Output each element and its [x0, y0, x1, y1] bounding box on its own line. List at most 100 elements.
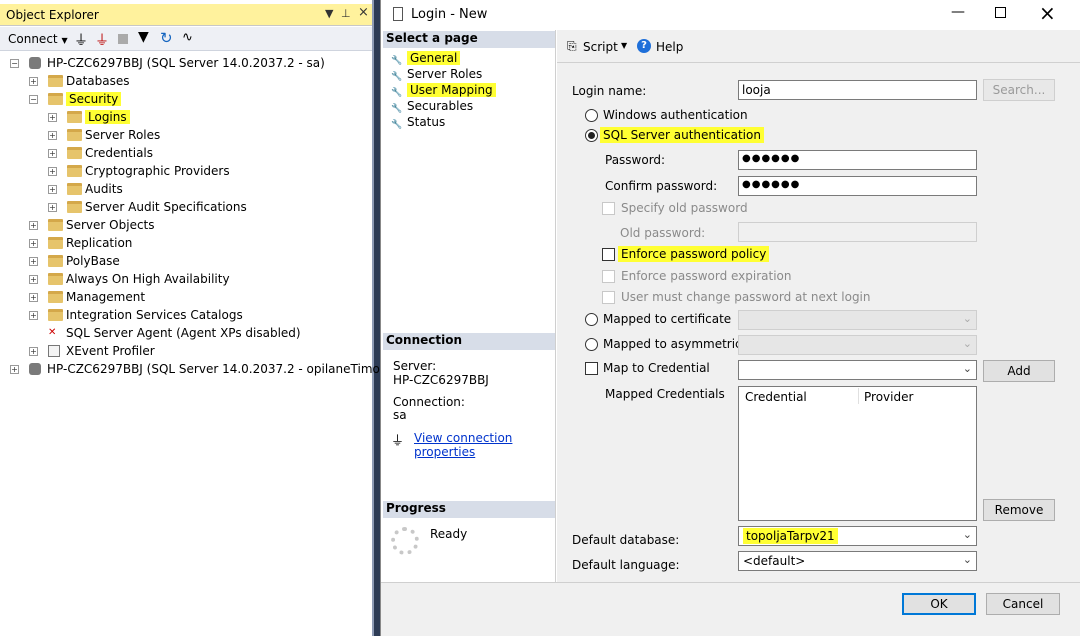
- progress-status: Ready: [430, 527, 468, 541]
- tree-node[interactable]: + Audits: [0, 181, 372, 199]
- tree-node-label: Management: [66, 290, 146, 304]
- stop-icon[interactable]: [118, 34, 128, 44]
- credential-column-header[interactable]: Credential: [745, 390, 807, 404]
- object-explorer-panel: Object Explorer ▼ ⊥ × Connect ▼ ⏚ ⏚ ▼ ↻ …: [0, 0, 399, 636]
- minimize-icon[interactable]: —: [951, 4, 965, 20]
- expand-toggle-icon[interactable]: −: [29, 95, 38, 104]
- refresh-icon[interactable]: ↻: [160, 29, 173, 47]
- must-change-password-checkbox[interactable]: [602, 291, 615, 304]
- help-icon[interactable]: ?: [637, 39, 651, 53]
- tree-node-label: XEvent Profiler: [66, 344, 155, 358]
- expand-toggle-icon[interactable]: −: [10, 59, 19, 68]
- page-item[interactable]: 🔧 Status: [391, 115, 445, 131]
- tree-node-label: HP-CZC6297BBJ (SQL Server 14.0.2037.2 - …: [47, 362, 400, 376]
- map-to-credential-checkbox[interactable]: [585, 362, 598, 375]
- tree-node[interactable]: + HP-CZC6297BBJ (SQL Server 14.0.2037.2 -…: [0, 361, 399, 379]
- add-button[interactable]: Add: [983, 360, 1055, 382]
- connection-value: sa: [393, 408, 407, 422]
- close-icon[interactable]: ×: [358, 5, 369, 20]
- wrench-icon: 🔧: [391, 72, 403, 82]
- page-item[interactable]: 🔧 Securables: [391, 99, 473, 115]
- connection-label: Connection:: [393, 395, 465, 409]
- mapped-certificate-radio[interactable]: [585, 313, 598, 326]
- specify-old-password-label: Specify old password: [621, 201, 748, 215]
- tree-node-label: Audits: [85, 182, 123, 196]
- tree-node[interactable]: − HP-CZC6297BBJ (SQL Server 14.0.2037.2 -…: [0, 55, 372, 73]
- tree-node[interactable]: − Security: [0, 91, 372, 109]
- tree-node[interactable]: + Databases: [0, 73, 372, 91]
- expand-toggle-icon[interactable]: +: [29, 275, 38, 284]
- tree-node[interactable]: + Replication: [0, 235, 372, 253]
- page-item[interactable]: 🔧 User Mapping: [391, 83, 496, 99]
- expand-toggle-icon[interactable]: +: [48, 167, 57, 176]
- expand-toggle-icon[interactable]: +: [29, 77, 38, 86]
- tree-node[interactable]: ✕ SQL Server Agent (Agent XPs disabled): [0, 325, 372, 343]
- enforce-password-expiration-checkbox[interactable]: [602, 270, 615, 283]
- expand-toggle-icon[interactable]: +: [29, 293, 38, 302]
- dialog-titlebar: Login - New — ×: [381, 0, 1080, 30]
- expand-toggle-icon[interactable]: +: [29, 239, 38, 248]
- help-button[interactable]: Help: [656, 40, 683, 54]
- plug-icon[interactable]: ⏚: [74, 30, 88, 50]
- tree-node[interactable]: + Logins: [0, 109, 372, 127]
- mapped-asymmetric-key-radio[interactable]: [585, 338, 598, 351]
- expand-toggle-icon[interactable]: +: [29, 311, 38, 320]
- maximize-icon[interactable]: [995, 7, 1006, 18]
- script-icon: ⎘: [567, 39, 577, 53]
- script-button[interactable]: Script: [583, 40, 618, 54]
- sql-auth-radio[interactable]: [585, 129, 598, 142]
- tree-node[interactable]: + Credentials: [0, 145, 372, 163]
- tree-node[interactable]: + Cryptographic Providers: [0, 163, 372, 181]
- remove-button[interactable]: Remove: [983, 499, 1055, 521]
- search-button[interactable]: Search...: [983, 79, 1055, 101]
- disconnect-icon[interactable]: ⏚: [95, 30, 109, 50]
- expand-toggle-icon[interactable]: +: [48, 203, 57, 212]
- chevron-down-icon[interactable]: ▼: [621, 41, 627, 50]
- tree-node[interactable]: + XEvent Profiler: [0, 343, 372, 361]
- tree-node[interactable]: + Integration Services Catalogs: [0, 307, 372, 325]
- default-language-select[interactable]: <default> ⌄: [738, 551, 977, 571]
- filter-icon[interactable]: ▼: [138, 29, 149, 45]
- expand-toggle-icon[interactable]: +: [10, 365, 19, 374]
- page-item[interactable]: 🔧 Server Roles: [391, 67, 482, 83]
- cancel-button[interactable]: Cancel: [986, 593, 1060, 615]
- tree-node-label: Credentials: [85, 146, 154, 160]
- asymmetric-key-select[interactable]: ⌄: [738, 335, 977, 355]
- expand-toggle-icon[interactable]: +: [29, 257, 38, 266]
- tree-node[interactable]: + Server Audit Specifications: [0, 199, 372, 217]
- close-icon[interactable]: ×: [1039, 1, 1056, 25]
- old-password-input[interactable]: [738, 222, 977, 242]
- tree-node[interactable]: + Management: [0, 289, 372, 307]
- tree-node[interactable]: + PolyBase: [0, 253, 372, 271]
- provider-column-header[interactable]: Provider: [864, 390, 913, 404]
- expand-toggle-icon[interactable]: +: [29, 347, 38, 356]
- ok-button[interactable]: OK: [902, 593, 976, 615]
- login-name-input[interactable]: looja: [738, 80, 977, 100]
- expand-toggle-icon[interactable]: +: [48, 185, 57, 194]
- expand-toggle-icon[interactable]: +: [48, 113, 57, 122]
- view-connection-properties-link[interactable]: View connection properties: [414, 431, 555, 459]
- expand-toggle-icon[interactable]: +: [48, 149, 57, 158]
- column-divider: [858, 388, 859, 404]
- mapped-credentials-table[interactable]: Credential Provider: [738, 386, 977, 521]
- enforce-password-policy-checkbox[interactable]: [602, 248, 615, 261]
- tree-node-label: Security: [66, 92, 122, 106]
- connect-button[interactable]: Connect ▼: [8, 32, 68, 46]
- certificate-select[interactable]: ⌄: [738, 310, 977, 330]
- windows-auth-radio[interactable]: [585, 109, 598, 122]
- activity-icon[interactable]: ∿: [182, 30, 193, 45]
- default-database-select[interactable]: topoljaTarpv21 ⌄: [738, 526, 977, 546]
- page-item[interactable]: 🔧 General: [391, 51, 461, 67]
- pin-icon[interactable]: ⊥: [341, 7, 351, 20]
- expand-toggle-icon[interactable]: +: [48, 131, 57, 140]
- expand-toggle-icon[interactable]: +: [29, 221, 38, 230]
- specify-old-password-checkbox[interactable]: [602, 202, 615, 215]
- credential-select[interactable]: ⌄: [738, 360, 977, 380]
- wrench-icon: 🔧: [391, 88, 403, 98]
- password-input[interactable]: ●●●●●●: [738, 150, 977, 170]
- dropdown-icon[interactable]: ▼: [325, 7, 333, 20]
- confirm-password-input[interactable]: ●●●●●●: [738, 176, 977, 196]
- tree-node[interactable]: + Always On High Availability: [0, 271, 372, 289]
- tree-node[interactable]: + Server Roles: [0, 127, 372, 145]
- tree-node[interactable]: + Server Objects: [0, 217, 372, 235]
